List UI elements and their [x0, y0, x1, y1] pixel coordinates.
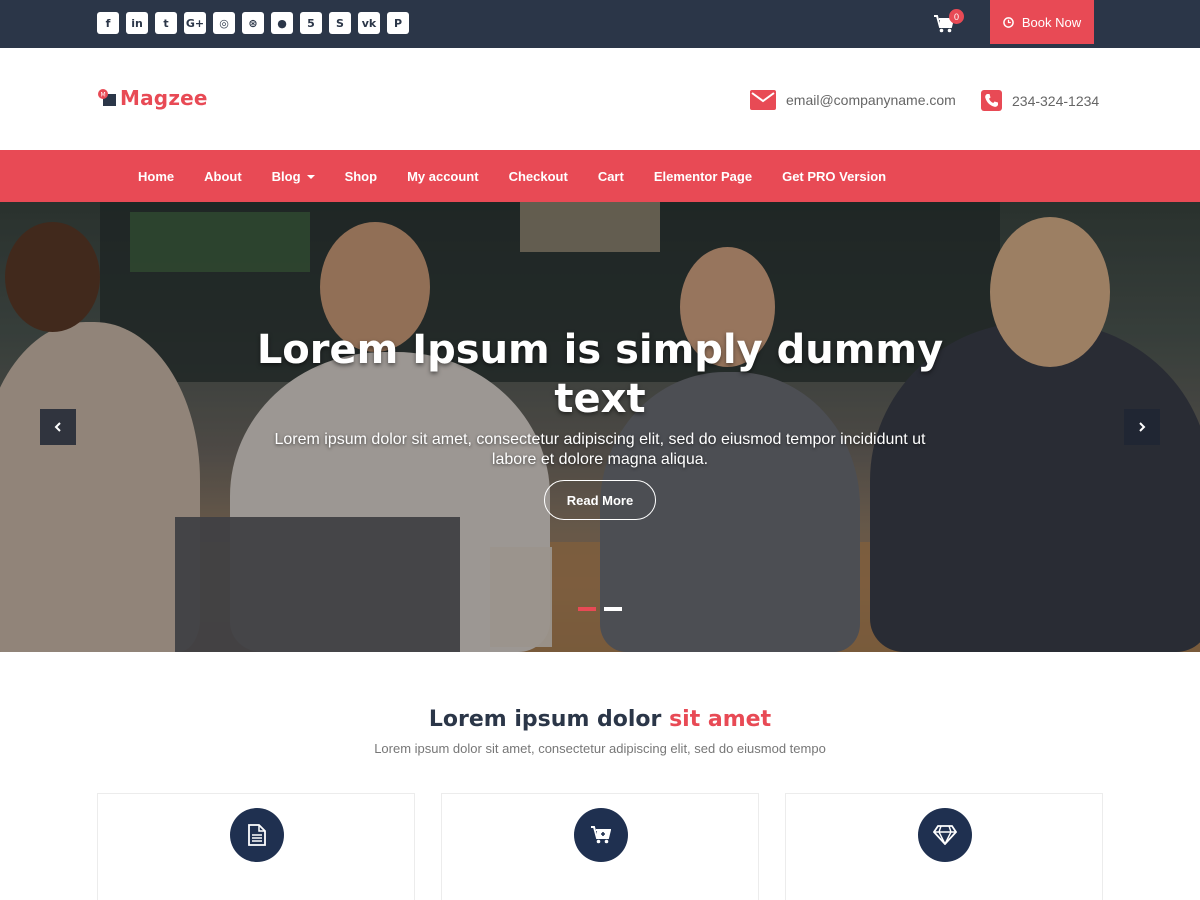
cart-count-badge: 0	[949, 9, 964, 24]
header-email: email@companyname.com	[750, 90, 956, 110]
nav-item-cart[interactable]: Cart	[583, 169, 639, 184]
slider-pagination	[578, 607, 622, 611]
skype-icon[interactable]: S	[329, 12, 351, 34]
phone-link[interactable]: 234-324-1234	[1012, 93, 1099, 109]
book-now-label: Book Now	[1021, 14, 1082, 30]
main-navigation: Home About Blog Shop My account Checkout…	[0, 150, 1200, 202]
pinterest-icon[interactable]: P	[387, 12, 409, 34]
chevron-right-icon	[1139, 422, 1146, 432]
social-links: f in t G+ ◎ ⊛ ● 5 S vk P	[97, 12, 409, 34]
nav-item-blog[interactable]: Blog	[257, 169, 330, 184]
nav-item-home[interactable]: Home	[123, 169, 189, 184]
feature-icon-circle	[918, 808, 972, 862]
instagram-icon[interactable]: ◎	[213, 12, 235, 34]
vk-icon[interactable]: vk	[358, 12, 380, 34]
facebook-icon[interactable]: f	[97, 12, 119, 34]
nav-item-get-pro[interactable]: Get PRO Version	[767, 169, 901, 184]
svg-text:M: M	[101, 92, 106, 99]
chevron-left-icon	[54, 422, 61, 432]
section-title-accent: sit amet	[669, 707, 772, 732]
slider-dot-1[interactable]	[578, 607, 596, 611]
slider-prev-button[interactable]	[40, 409, 76, 445]
cart-button[interactable]: 0	[934, 9, 964, 36]
site-logo[interactable]: M Magzee	[98, 86, 208, 110]
cart-add-icon	[591, 826, 611, 844]
nav-item-about[interactable]: About	[189, 169, 257, 184]
dribbble-icon[interactable]: ⊛	[242, 12, 264, 34]
feature-icon-circle	[230, 808, 284, 862]
feature-card-3	[785, 793, 1103, 900]
section-title-main: Lorem ipsum dolor	[428, 707, 662, 732]
nav-item-my-account[interactable]: My account	[392, 169, 494, 184]
feature-card-2	[441, 793, 759, 900]
slider-next-button[interactable]	[1124, 409, 1160, 445]
top-bar: f in t G+ ◎ ⊛ ● 5 S vk P 0 Book Now	[0, 0, 1200, 48]
google-plus-icon[interactable]: G+	[184, 12, 206, 34]
twitter-icon[interactable]: t	[155, 12, 177, 34]
section-title: Lorem ipsum dolor sit amet	[300, 707, 900, 732]
section-subtitle: Lorem ipsum dolor sit amet, consectetur …	[374, 741, 826, 756]
nav-item-blog-label: Blog	[271, 168, 301, 184]
nav-item-elementor-page[interactable]: Elementor Page	[639, 169, 767, 184]
header-phone: 234-324-1234	[981, 90, 1099, 111]
slider-dot-2[interactable]	[604, 607, 622, 611]
feature-icon-circle	[574, 808, 628, 862]
logo-mark-icon: M	[98, 89, 116, 106]
linkedin-icon[interactable]: in	[126, 12, 148, 34]
nav-item-shop[interactable]: Shop	[330, 169, 393, 184]
document-icon	[248, 824, 266, 846]
envelope-icon	[750, 90, 776, 110]
hero-title: Lorem Ipsum is simply dummy text	[256, 327, 944, 422]
feature-card-1	[97, 793, 415, 900]
html5-icon[interactable]: 5	[300, 12, 322, 34]
phone-icon	[981, 90, 1002, 111]
chevron-down-icon	[306, 175, 315, 180]
logo-text: Magzee	[120, 86, 208, 110]
nav-item-checkout[interactable]: Checkout	[494, 169, 583, 184]
hero-subtitle: Lorem ipsum dolor sit amet, consectetur …	[274, 431, 926, 468]
email-link[interactable]: email@companyname.com	[786, 92, 956, 108]
github-icon[interactable]: ●	[271, 12, 293, 34]
clock-icon	[1003, 16, 1014, 28]
diamond-icon	[933, 825, 957, 845]
hero-slider: Lorem Ipsum is simply dummy text Lorem i…	[0, 202, 1200, 652]
read-more-button[interactable]: Read More	[544, 480, 656, 520]
book-now-button[interactable]: Book Now	[990, 0, 1094, 44]
